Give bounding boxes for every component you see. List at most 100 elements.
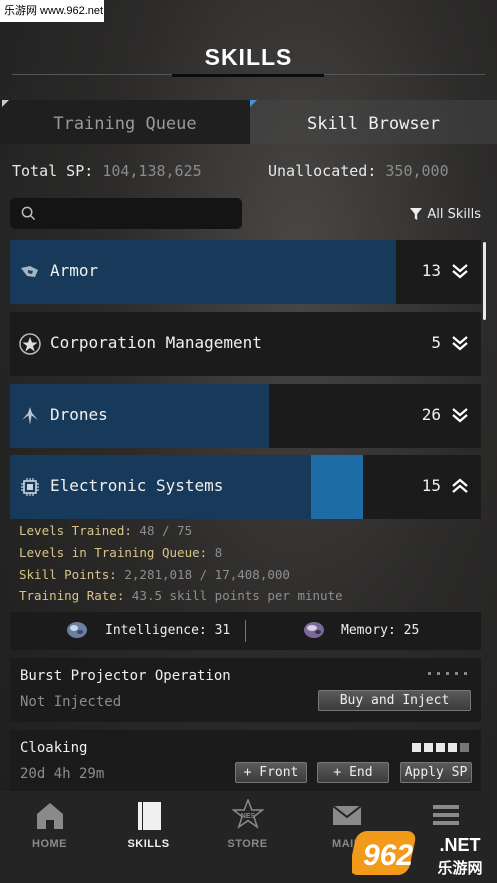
nav-label: HOME [32,838,67,850]
unallocated-sp: Unallocated: 350,000 [268,162,449,182]
category-corporation-management[interactable]: Corporation Management 5 [10,312,481,376]
level-box [424,743,433,752]
attributes-bar: Intelligence: 31 Memory: 25 [10,612,481,650]
levels-in-queue: Levels in Training Queue: 8 [19,545,222,560]
category-name: Drones [50,405,108,424]
buy-and-inject-button[interactable]: Buy and Inject [318,690,471,711]
filter-button[interactable]: All Skills [409,205,481,223]
unallocated-sp-label: Unallocated: [268,162,377,180]
title-underline [172,74,324,77]
memory-icon [304,622,324,638]
levels-trained-value: 48 / 75 [139,523,193,538]
memory-label: Memory: [341,623,396,638]
page-title: SKILLS [204,44,293,70]
apply-sp-button[interactable]: Apply SP [400,762,472,783]
tab-corner-marker [2,100,9,107]
chip-icon [21,478,39,496]
category-name: Armor [50,261,99,280]
category-count: 13 [421,261,441,280]
category-queued-progress [311,455,364,519]
category-drones[interactable]: Drones 26 [10,384,481,448]
tab-training-queue[interactable]: Training Queue [0,100,250,144]
skill-points: Skill Points: 2,281,018 / 17,408,000 [19,567,290,582]
skill-training-time: 20d 4h 29m [20,766,105,782]
intelligence-icon [67,622,87,638]
watermark: 乐游网 www.962.net [0,0,104,22]
nav-skills[interactable]: SKILLS [99,791,198,883]
level-dot [446,672,449,675]
category-name: Corporation Management [50,333,262,352]
add-front-button[interactable]: + Front [235,762,307,783]
scrollbar-thumb[interactable] [483,242,486,320]
chevron-up-icon[interactable] [451,477,469,495]
skill-name: Burst Projector Operation [20,668,231,684]
svg-text:NES: NES [240,813,255,820]
category-armor[interactable]: Armor 13 [10,240,481,304]
drone-icon [22,407,38,425]
attribute-divider [245,620,246,642]
intelligence-value: 31 [214,623,231,638]
skill-row-burst-projector[interactable]: Burst Projector Operation Not Injected B… [10,658,481,722]
nav-label: STORE [227,838,268,850]
chevron-down-icon[interactable] [451,406,469,424]
skill-row-cloaking[interactable]: Cloaking 20d 4h 29m + Front + End Apply … [10,730,481,791]
skills-book-icon [137,802,161,830]
training-rate: Training Rate: 43.5 skill points per min… [19,588,343,603]
level-dot [437,672,440,675]
category-count: 15 [421,476,441,495]
svg-text:乐游网: 乐游网 [437,859,482,877]
skill-name: Cloaking [20,740,88,756]
training-rate-value: 43.5 skill points per minute [131,588,343,603]
level-box [436,743,445,752]
skill-points-label: Skill Points: [19,567,117,582]
level-box [412,743,421,752]
total-sp-value: 104,138,625 [102,162,202,180]
category-count: 5 [431,333,441,352]
level-dot [455,672,458,675]
total-sp-label: Total SP: [12,162,94,180]
tab-bar: Training Queue Skill Browser [0,100,497,144]
search-box[interactable] [10,198,242,229]
training-rate-label: Training Rate: [19,588,125,603]
armor-icon [21,266,38,277]
level-dot [428,672,431,675]
svg-text:.NET: .NET [439,835,480,855]
level-box [448,743,457,752]
filter-label: All Skills [427,206,481,222]
levels-in-queue-label: Levels in Training Queue: [19,545,208,560]
search-icon [21,206,36,221]
search-input[interactable] [44,202,234,225]
skill-level-indicator [412,743,469,752]
skill-level-indicator [428,672,467,675]
levels-trained-label: Levels Trained: [19,523,132,538]
attribute-memory: Memory: 25 [341,623,419,638]
category-progress [10,384,270,448]
home-icon [36,803,63,829]
levels-in-queue-value: 8 [214,545,223,560]
nav-home[interactable]: HOME [0,791,99,883]
category-name: Electronic Systems [50,476,224,495]
level-dot [464,672,467,675]
nav-label: SKILLS [127,838,170,850]
attribute-intelligence: Intelligence: 31 [105,623,230,638]
nav-store[interactable]: NES STORE [198,791,297,883]
chevron-down-icon[interactable] [451,262,469,280]
memory-value: 25 [403,623,420,638]
store-nes-icon: NES [231,799,264,829]
corporation-star-icon [19,333,41,355]
level-box [460,743,469,752]
category-electronic-systems[interactable]: Electronic Systems 15 [10,455,481,519]
watermark-logo: 962 .NET 乐游网 [352,831,483,877]
unallocated-sp-value: 350,000 [385,162,449,180]
levels-trained: Levels Trained: 48 / 75 [19,523,192,538]
category-count: 26 [421,405,441,424]
total-sp: Total SP: 104,138,625 [12,162,202,182]
skill-status: Not Injected [20,694,122,710]
filter-icon [410,208,423,220]
add-end-button[interactable]: + End [317,762,389,783]
intelligence-label: Intelligence: [105,623,207,638]
tab-skill-browser[interactable]: Skill Browser [250,100,497,144]
skill-points-value: 2,281,018 / 17,408,000 [124,567,290,582]
tab-active-corner-marker [250,100,257,107]
chevron-down-icon[interactable] [451,334,469,352]
